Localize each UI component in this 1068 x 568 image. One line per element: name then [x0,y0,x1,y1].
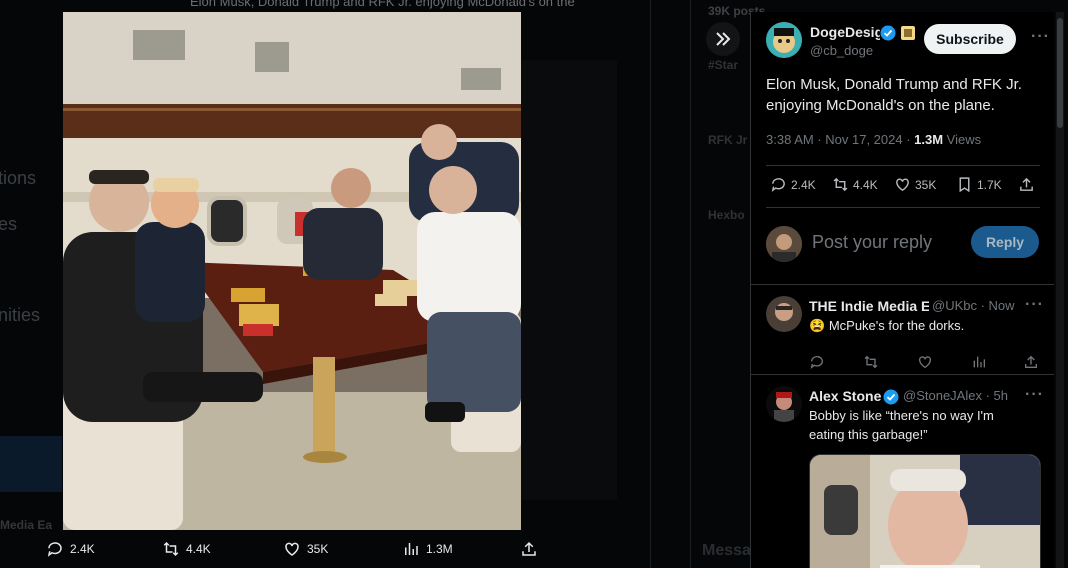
author-handle[interactable]: @cb_doge [810,43,873,58]
post-author-row: DogeDesig @cb_doge Subscribe ··· [766,22,1049,62]
media-views-count: 1.3M [426,542,453,556]
bookmark-button[interactable]: 1.7K [956,176,1002,193]
post-views-label: Views [943,132,982,147]
comment-author-handle[interactable]: @UKbc · Now [932,298,1015,313]
media-repost-button[interactable]: 4.4K [162,540,211,558]
media-views-button[interactable]: 1.3M [402,540,453,558]
comment-text-row: 😫 McPuke's for the dorks. [809,316,964,335]
media-action-bar: 2.4K 4.4K 35K 1.3M [40,540,540,564]
comment-avatar[interactable] [766,296,802,332]
comment-avatar[interactable] [766,386,802,422]
media-like-count: 35K [307,542,329,556]
user-avatar [766,226,802,262]
reply-icon [771,178,785,192]
scrollbar-thumb[interactable] [1057,18,1063,128]
reply-icon[interactable] [809,354,825,370]
share-icon[interactable] [1023,354,1039,370]
comment-author-name[interactable]: Alex Stone [809,388,889,404]
user-avatar-icon [766,226,802,262]
media-share-button[interactable] [520,540,538,558]
subscribe-button[interactable]: Subscribe [924,24,1016,54]
media-viewer: 2.4K 4.4K 35K 1.3M [0,0,750,568]
media-repost-count: 4.4K [186,542,211,556]
author-name[interactable]: DogeDesig [810,24,880,40]
post-photo[interactable] [63,12,521,530]
heart-icon [285,542,299,556]
comment-text-line: eating this garbage!” [809,427,928,442]
bookmark-count: 1.7K [977,177,1002,192]
reply-button[interactable]: 2.4K [770,176,816,193]
post-text: Elon Musk, Donald Trump and RFK Jr. enjo… [766,76,1022,114]
post-detail-panel: DogeDesig @cb_doge Subscribe ··· Elon Mu… [750,12,1054,568]
collapse-panel-button[interactable] [706,22,740,56]
comment-author-name[interactable]: THE Indie Media E [809,298,929,314]
doge-avatar-icon [766,22,802,58]
repost-button[interactable]: 4.4K [832,176,878,193]
reply-icon [47,542,62,557]
share-icon [522,541,536,556]
double-chevron-right-icon [716,32,731,46]
author-avatar[interactable] [766,22,802,58]
comment-actions [809,354,1037,372]
divider [766,207,1040,208]
heart-icon[interactable] [917,354,933,370]
comment-image[interactable] [809,454,1041,568]
reply-submit-button[interactable]: Reply [971,226,1039,258]
panel-scrollbar[interactable] [1056,12,1064,568]
post-stats-row: 2.4K 4.4K 35K 1.7K [766,176,1046,198]
commenter-avatar-icon [766,296,802,332]
verified-badge-icon [880,25,896,41]
share-button[interactable] [1018,176,1035,193]
views-icon [405,543,418,555]
comment-more-icon[interactable]: ··· [1025,386,1044,404]
post-views-count: 1.3M [914,132,944,147]
reply-input[interactable]: Post your reply [812,232,932,253]
comment-more-icon[interactable]: ··· [1025,296,1044,314]
repost-icon [833,177,848,192]
comment-emoji: 😫 [809,318,826,333]
post-meta: 3:38 AM · Nov 17, 2024 · 1.3M Views [766,132,981,147]
bookmark-icon [959,177,970,193]
like-button[interactable]: 35K [894,176,936,193]
comment-text-line: Bobby is like “there's no way I'm [809,408,994,423]
comment-photo-illustration [810,455,1040,568]
repost-icon [163,541,179,557]
post-timestamp[interactable]: 3:38 AM · Nov 17, 2024 · [766,132,914,147]
post-more-icon[interactable]: ··· [1031,28,1050,46]
divider [766,165,1040,166]
repost-count: 4.4K [853,177,878,192]
heart-icon [896,178,909,192]
commenter-avatar-icon [766,386,802,422]
like-count: 35K [915,177,937,192]
views-icon[interactable] [971,354,987,370]
reply-count: 2.4K [791,177,816,192]
share-icon [1020,177,1033,191]
comment-author-handle[interactable]: @StoneJAlex · 5h [903,388,1008,403]
comment-text: McPuke's for the dorks. [828,318,965,333]
repost-icon[interactable] [863,354,879,370]
media-reply-count: 2.4K [70,542,95,556]
comment-text: Bobby is like “there's no way I'm eating… [809,406,994,444]
media-like-button[interactable]: 35K [283,540,328,558]
photo-illustration [63,12,521,530]
affiliate-badge-icon [901,26,915,40]
reply-composer: Post your reply Reply [766,224,1046,264]
media-reply-button[interactable]: 2.4K [46,540,95,558]
comment-item[interactable]: THE Indie Media E @UKbc · Now ··· 😫 McPu… [751,284,1054,374]
verified-badge-icon [883,389,899,405]
